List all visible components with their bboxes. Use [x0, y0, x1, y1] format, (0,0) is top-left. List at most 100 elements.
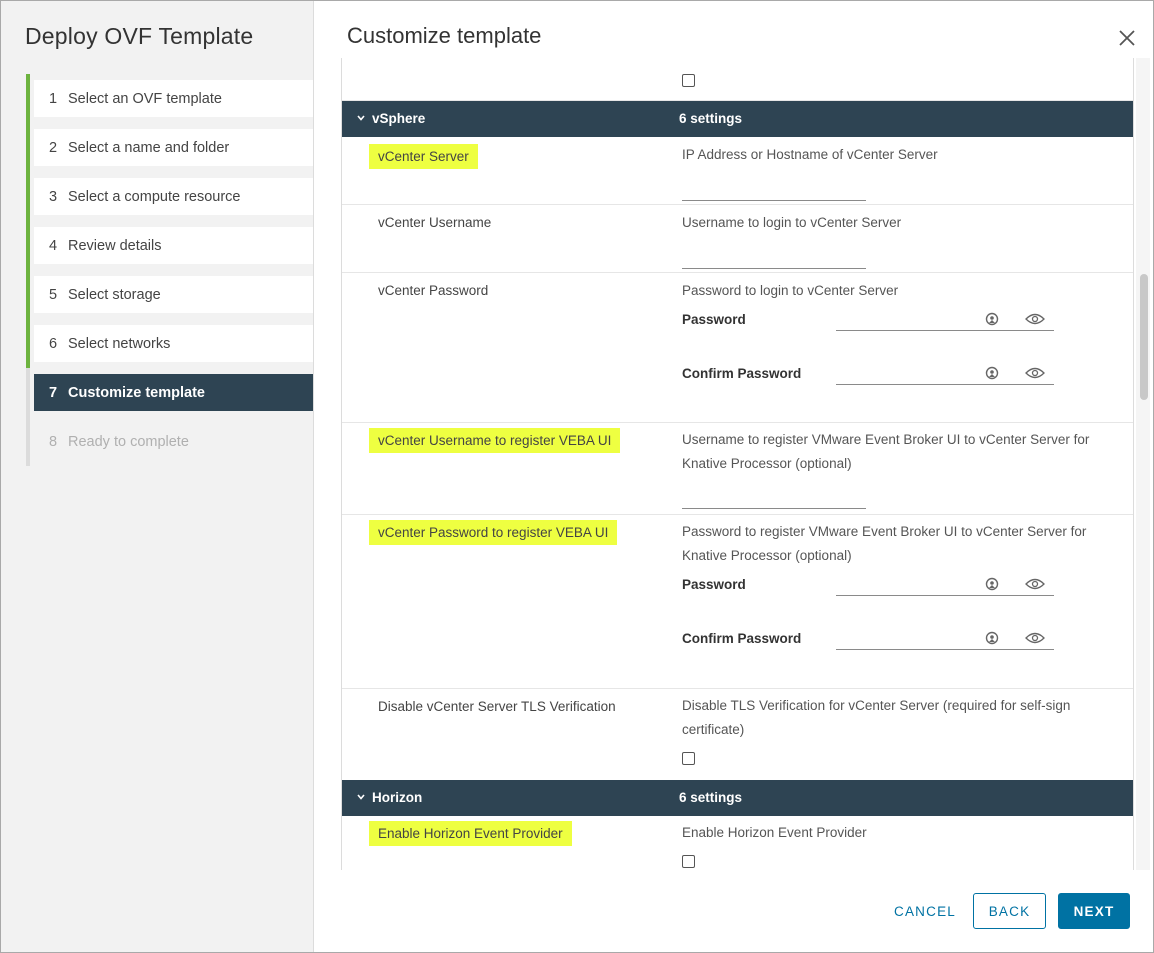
wizard-step-1[interactable]: 1 Select an OVF template	[26, 74, 313, 123]
vcenter-password-input[interactable]	[836, 307, 976, 329]
step-progress-bar	[26, 123, 30, 172]
setting-description: IP Address or Hostname of vCenter Server	[682, 147, 938, 162]
step-number: 7	[49, 384, 58, 401]
show-password-icon[interactable]	[1025, 366, 1045, 380]
step-progress-bar	[26, 417, 30, 466]
deploy-ovf-dialog: Deploy OVF Template 1 Select an OVF templ…	[0, 0, 1154, 953]
step-label: Ready to complete	[68, 433, 189, 450]
setting-label: vCenter Username	[378, 215, 492, 230]
wizard-step-4[interactable]: 4 Review details	[26, 221, 313, 270]
section-header-horizon[interactable]: Horizon 6 settings	[342, 780, 1133, 816]
step-progress-bar	[26, 74, 30, 123]
wizard-step-8: 8 Ready to complete	[26, 417, 313, 466]
step-label: Customize template	[68, 384, 205, 401]
close-icon[interactable]	[1116, 27, 1138, 49]
wizard-step-3[interactable]: 3 Select a compute resource	[26, 172, 313, 221]
setting-disable-tls: Disable vCenter Server TLS Verification …	[342, 689, 1133, 780]
step-number: 3	[49, 188, 58, 205]
wizard-step-7[interactable]: 7 Customize template	[26, 368, 313, 417]
confirm-password-label: Confirm Password	[682, 366, 802, 381]
step-label: Select an OVF template	[68, 90, 222, 107]
section-count: 6 settings	[679, 790, 743, 805]
setting-label: Enable Horizon Event Provider	[369, 821, 572, 846]
setting-label: vCenter Username to register VEBA UI	[369, 428, 621, 453]
setting-description: Disable TLS Verification for vCenter Ser…	[682, 698, 1071, 737]
section-header-vsphere[interactable]: vSphere 6 settings	[342, 101, 1133, 137]
settings-scrollbar[interactable]	[1136, 58, 1150, 870]
step-progress-bar	[26, 368, 30, 417]
wizard-step-2[interactable]: 2 Select a name and folder	[26, 123, 313, 172]
wizard-sidebar: Deploy OVF Template 1 Select an OVF templ…	[1, 1, 314, 952]
section-count: 6 settings	[679, 111, 743, 126]
wizard-title: Deploy OVF Template	[25, 23, 254, 49]
page-title: Customize template	[347, 23, 542, 48]
settings-row-partial	[342, 58, 1133, 101]
step-progress-bar	[26, 221, 30, 270]
chevron-down-icon	[357, 794, 365, 800]
step-label: Select storage	[68, 286, 161, 303]
setting-veba-username: vCenter Username to register VEBA UI Use…	[342, 423, 1133, 515]
veba-password-field[interactable]	[836, 572, 1054, 596]
veba-confirm-password-input[interactable]	[836, 626, 976, 648]
section-name: vSphere	[372, 111, 426, 126]
password-label: Password	[682, 577, 746, 592]
step-progress-bar	[26, 270, 30, 319]
back-button[interactable]: BACK	[973, 893, 1046, 929]
generate-password-icon[interactable]	[984, 576, 1000, 592]
setting-label: Disable vCenter Server TLS Verification	[378, 699, 616, 714]
vcenter-username-input[interactable]	[682, 247, 866, 269]
vcenter-confirm-password-field[interactable]	[836, 361, 1054, 385]
veba-password-input[interactable]	[836, 572, 976, 594]
step-number: 1	[49, 90, 58, 107]
step-number: 2	[49, 139, 58, 156]
step-label: Review details	[68, 237, 162, 254]
veba-username-input[interactable]	[682, 487, 866, 509]
setting-label: vCenter Password to register VEBA UI	[369, 520, 618, 545]
setting-horizon-enable: Enable Horizon Event Provider Enable Hor…	[342, 816, 1133, 870]
confirm-password-label: Confirm Password	[682, 631, 802, 646]
step-label: Select networks	[68, 335, 171, 352]
setting-description: Password to register VMware Event Broker…	[682, 524, 1087, 563]
horizon-enable-checkbox[interactable]	[682, 855, 695, 868]
scrollbar-thumb[interactable]	[1140, 274, 1148, 400]
generate-password-icon[interactable]	[984, 630, 1000, 646]
step-label: Select a name and folder	[68, 139, 230, 156]
vcenter-password-field[interactable]	[836, 307, 1054, 331]
setting-label: vCenter Server	[369, 144, 478, 169]
generate-password-icon[interactable]	[984, 311, 1000, 327]
setting-veba-password: vCenter Password to register VEBA UI Pas…	[342, 515, 1133, 689]
setting-description: Username to register VMware Event Broker…	[682, 432, 1090, 471]
step-number: 6	[49, 335, 58, 352]
setting-description: Password to login to vCenter Server	[682, 283, 899, 298]
wizard-main: Customize template vSphere 6 settings vC…	[314, 1, 1154, 952]
setting-vcenter-username: vCenter Username Username to login to vC…	[342, 205, 1133, 273]
setting-vcenter-password: vCenter Password Password to login to vC…	[342, 273, 1133, 423]
cancel-button[interactable]: CANCEL	[888, 893, 962, 929]
setting-description: Username to login to vCenter Server	[682, 215, 902, 230]
step-number: 4	[49, 237, 58, 254]
next-button[interactable]: NEXT	[1058, 893, 1130, 929]
wizard-steps: 1 Select an OVF template 2 Select a name a…	[26, 74, 313, 466]
password-label: Password	[682, 312, 746, 327]
checkbox-partial[interactable]	[682, 74, 695, 87]
generate-password-icon[interactable]	[984, 365, 1000, 381]
wizard-step-5[interactable]: 5 Select storage	[26, 270, 313, 319]
vcenter-confirm-password-input[interactable]	[836, 361, 976, 383]
step-number: 8	[49, 433, 58, 450]
section-name: Horizon	[372, 790, 423, 805]
step-progress-bar	[26, 319, 30, 368]
show-password-icon[interactable]	[1025, 312, 1045, 326]
setting-description: Enable Horizon Event Provider	[682, 825, 867, 840]
setting-vcenter-server: vCenter Server IP Address or Hostname of…	[342, 137, 1133, 205]
template-settings-list: vSphere 6 settings vCenter Server IP Add…	[341, 58, 1134, 870]
wizard-step-6[interactable]: 6 Select networks	[26, 319, 313, 368]
step-label: Select a compute resource	[68, 188, 241, 205]
step-progress-bar	[26, 172, 30, 221]
disable-tls-checkbox[interactable]	[682, 752, 695, 765]
step-number: 5	[49, 286, 58, 303]
show-password-icon[interactable]	[1025, 577, 1045, 591]
veba-confirm-password-field[interactable]	[836, 626, 1054, 650]
setting-label: vCenter Password	[378, 283, 489, 298]
show-password-icon[interactable]	[1025, 631, 1045, 645]
vcenter-server-input[interactable]	[682, 179, 866, 201]
